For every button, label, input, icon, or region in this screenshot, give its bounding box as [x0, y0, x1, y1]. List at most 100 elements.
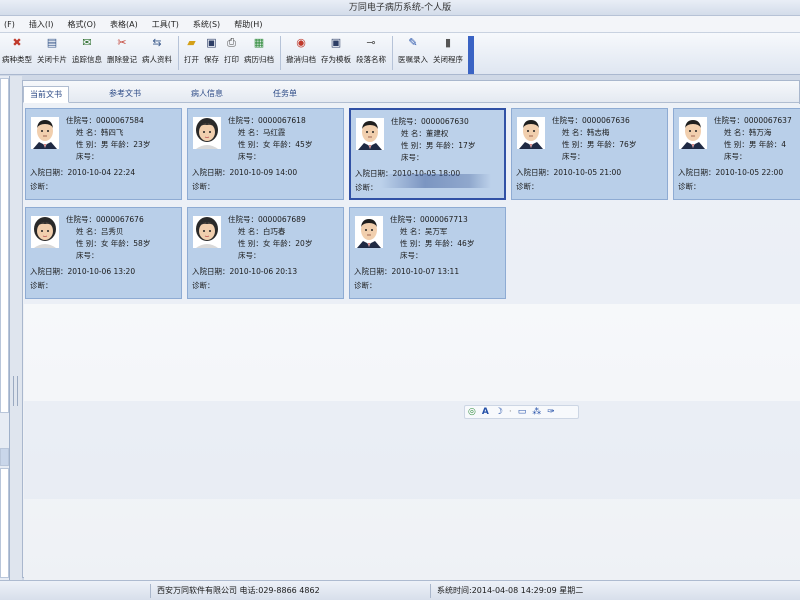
toolbar-button-label: 关闭卡片: [37, 55, 67, 64]
splitter-grip[interactable]: [13, 376, 18, 406]
patient-bed: 床号：: [238, 152, 261, 161]
toolbar-button-5[interactable]: ▰ 打开: [182, 36, 201, 72]
status-bar: 西安万同软件有限公司 电话:029-8866 4862 系统时间:2014-04…: [0, 580, 800, 600]
left-list-pane[interactable]: [0, 468, 9, 578]
toolbar-button-label: 病人资料: [142, 55, 172, 64]
male-avatar-icon: [356, 118, 384, 150]
save-template-icon: ▣: [330, 36, 342, 49]
open-icon: ▰: [187, 36, 196, 49]
spell-check-icon[interactable]: ◎: [468, 406, 476, 418]
patient-id: 住院号：0000067689: [228, 215, 306, 224]
tab-strip: 当前文书 参考文书 病人信息 任务单: [23, 81, 799, 103]
menu-help[interactable]: 帮助(H): [230, 19, 272, 30]
toolbar-button-label: 打印: [224, 55, 239, 64]
patient-gender-age: 性 别：男 年龄：4: [724, 140, 787, 149]
patient-gender-age: 性 别：男 年龄：17岁: [401, 141, 476, 150]
toolbar-button-10[interactable]: ▣ 存为模板: [319, 36, 353, 72]
panel-splitter[interactable]: [10, 76, 22, 580]
male-avatar-icon: [679, 117, 707, 149]
wrench-icon[interactable]: ✑: [547, 406, 555, 418]
toolbar-button-9[interactable]: ◉ 撤消归档: [284, 36, 318, 72]
toolbar-button-label: 打开: [184, 55, 199, 64]
save-icon: ▣: [206, 36, 217, 49]
menu-tools[interactable]: 工具(T): [148, 19, 189, 30]
patient-bed: 床号：: [76, 251, 99, 260]
toolbar-separator: [280, 36, 281, 70]
patient-diagnosis: 诊断：: [516, 182, 539, 191]
toolbar-button-13[interactable]: ▮ 关闭程序: [431, 36, 465, 72]
toolbar-button-label: 删除登记: [107, 55, 137, 64]
patient-card[interactable]: 住院号：0000067636 姓 名：韩志梅性 别：男 年龄：76岁 床号： 入院日期…: [511, 108, 668, 200]
menu-system[interactable]: 系统(S): [189, 19, 230, 30]
male-avatar-icon: [31, 117, 59, 149]
menu-insert[interactable]: 插入(I): [25, 19, 64, 30]
patient-name: 姓 名：韩万海: [724, 128, 772, 137]
toolbar-button-label: 保存: [204, 55, 219, 64]
patient-name: 姓 名：吕秀贝: [76, 227, 124, 236]
toolbar-button-label: 关闭程序: [433, 55, 463, 64]
toolbar-button-11[interactable]: ⊸ 段落名称: [354, 36, 388, 72]
patient-card[interactable]: 住院号：0000067584 姓 名：韩四飞性 别：男 年龄：23岁 床号： 入院日期…: [25, 108, 182, 200]
tab-current-docs[interactable]: 当前文书: [23, 86, 69, 103]
toolbar-button-label: 撤消归档: [286, 55, 316, 64]
female-avatar-icon: [193, 117, 221, 149]
patient-card[interactable]: 住院号：0000067637 姓 名：韩万海性 别：男 年龄：4 床号： 入院日期：2…: [673, 108, 800, 200]
toolbar-button-12[interactable]: ✎ 医嘱录入: [396, 36, 430, 72]
male-avatar-icon: [517, 117, 545, 149]
toolbar-button-2[interactable]: ✉ 追踪信息: [70, 36, 104, 72]
patient-card-area: 住院号：0000067584 姓 名：韩四飞性 别：男 年龄：23岁 床号： 入院日期…: [24, 104, 800, 580]
patient-diagnosis: 诊断：: [354, 281, 377, 290]
toolbar-button-7[interactable]: ⎙ 打印: [222, 36, 241, 72]
tab-reference-docs[interactable]: 参考文书: [103, 86, 147, 103]
patient-card[interactable]: 住院号：0000067618 姓 名：马红霞性 别：女 年龄：45岁 床号： 入院日期…: [187, 108, 344, 200]
toolbar-button-1[interactable]: ▤ 关闭卡片: [35, 36, 69, 72]
patient-name: 姓 名：白巧春: [238, 227, 286, 236]
toolbar-button-6[interactable]: ▣ 保存: [202, 36, 221, 72]
patient-card[interactable]: 住院号：0000067713 姓 名：吴万军性 别：男 年龄：46岁 床号： 入院日期…: [349, 207, 506, 299]
toolbar-button-label: 医嘱录入: [398, 55, 428, 64]
patient-diagnosis: 诊断：: [192, 182, 215, 191]
tab-task-list[interactable]: 任务单: [267, 86, 303, 103]
patient-id: 住院号：0000067713: [390, 215, 468, 224]
font-icon[interactable]: A: [482, 406, 489, 418]
patient-gender-age: 性 别：女 年龄：58岁: [76, 239, 151, 248]
left-tree-pane[interactable]: [0, 78, 9, 413]
patient-name: 姓 名：韩四飞: [76, 128, 124, 137]
patient-admit-date: 入院日期：2010-10-04 22:24: [30, 168, 136, 177]
dot-icon[interactable]: ·: [509, 406, 512, 418]
patient-gender-age: 性 别：女 年龄：45岁: [238, 140, 313, 149]
menu-table[interactable]: 表格(A): [106, 19, 148, 30]
grid-icon[interactable]: ⁂: [532, 406, 541, 418]
toolbar-separator: [392, 36, 393, 70]
close-card-icon: ▤: [46, 36, 58, 49]
patient-gender-age: 性 别：女 年龄：20岁: [238, 239, 313, 248]
patient-name: 姓 名：董建权: [401, 129, 449, 138]
patient-card[interactable]: 住院号：0000067676 姓 名：吕秀贝性 别：女 年龄：58岁 床号： 入院日期…: [25, 207, 182, 299]
delete-register-icon: ✂: [117, 36, 127, 49]
patient-diagnosis: 诊断：: [192, 281, 215, 290]
toolbar-button-0[interactable]: ✖ 病种类型: [0, 36, 34, 72]
archive-icon: ▦: [253, 36, 265, 49]
toolbar-button-3[interactable]: ✂ 删除登记: [105, 36, 139, 72]
menu-format[interactable]: 格式(O): [63, 19, 106, 30]
tab-patient-info[interactable]: 病人信息: [185, 86, 229, 103]
menu-file[interactable]: (F): [0, 20, 25, 29]
toolbar-button-4[interactable]: ⇆ 病人资料: [140, 36, 174, 72]
moon-icon[interactable]: ☽: [495, 406, 503, 418]
patient-diagnosis: 诊断：: [355, 183, 378, 192]
toolbar-button-label: 存为模板: [321, 55, 351, 64]
left-panel: [0, 76, 10, 580]
patient-bed: 床号：: [401, 153, 424, 162]
patient-info-icon: ⇆: [152, 36, 162, 49]
trace-info-icon: ✉: [82, 36, 92, 49]
patient-name: 姓 名：马红霞: [238, 128, 286, 137]
patient-admit-date: 入院日期：2010-10-09 14:00: [192, 168, 298, 177]
female-avatar-icon: [31, 216, 59, 248]
patient-card[interactable]: 住院号：0000067630 姓 名：董建权性 别：男 年龄：17岁 床号： 入院日期…: [349, 108, 506, 200]
keyboard-icon[interactable]: ▭: [518, 406, 527, 418]
patient-admit-date: 入院日期：2010-10-05 22:00: [678, 168, 784, 177]
toolbar-button-label: 病种类型: [2, 55, 32, 64]
left-panel-tab[interactable]: [0, 448, 9, 466]
patient-card[interactable]: 住院号：0000067689 姓 名：白巧春性 别：女 年龄：20岁 床号： 入院日期…: [187, 207, 344, 299]
toolbar-button-8[interactable]: ▦ 病历归档: [242, 36, 276, 72]
